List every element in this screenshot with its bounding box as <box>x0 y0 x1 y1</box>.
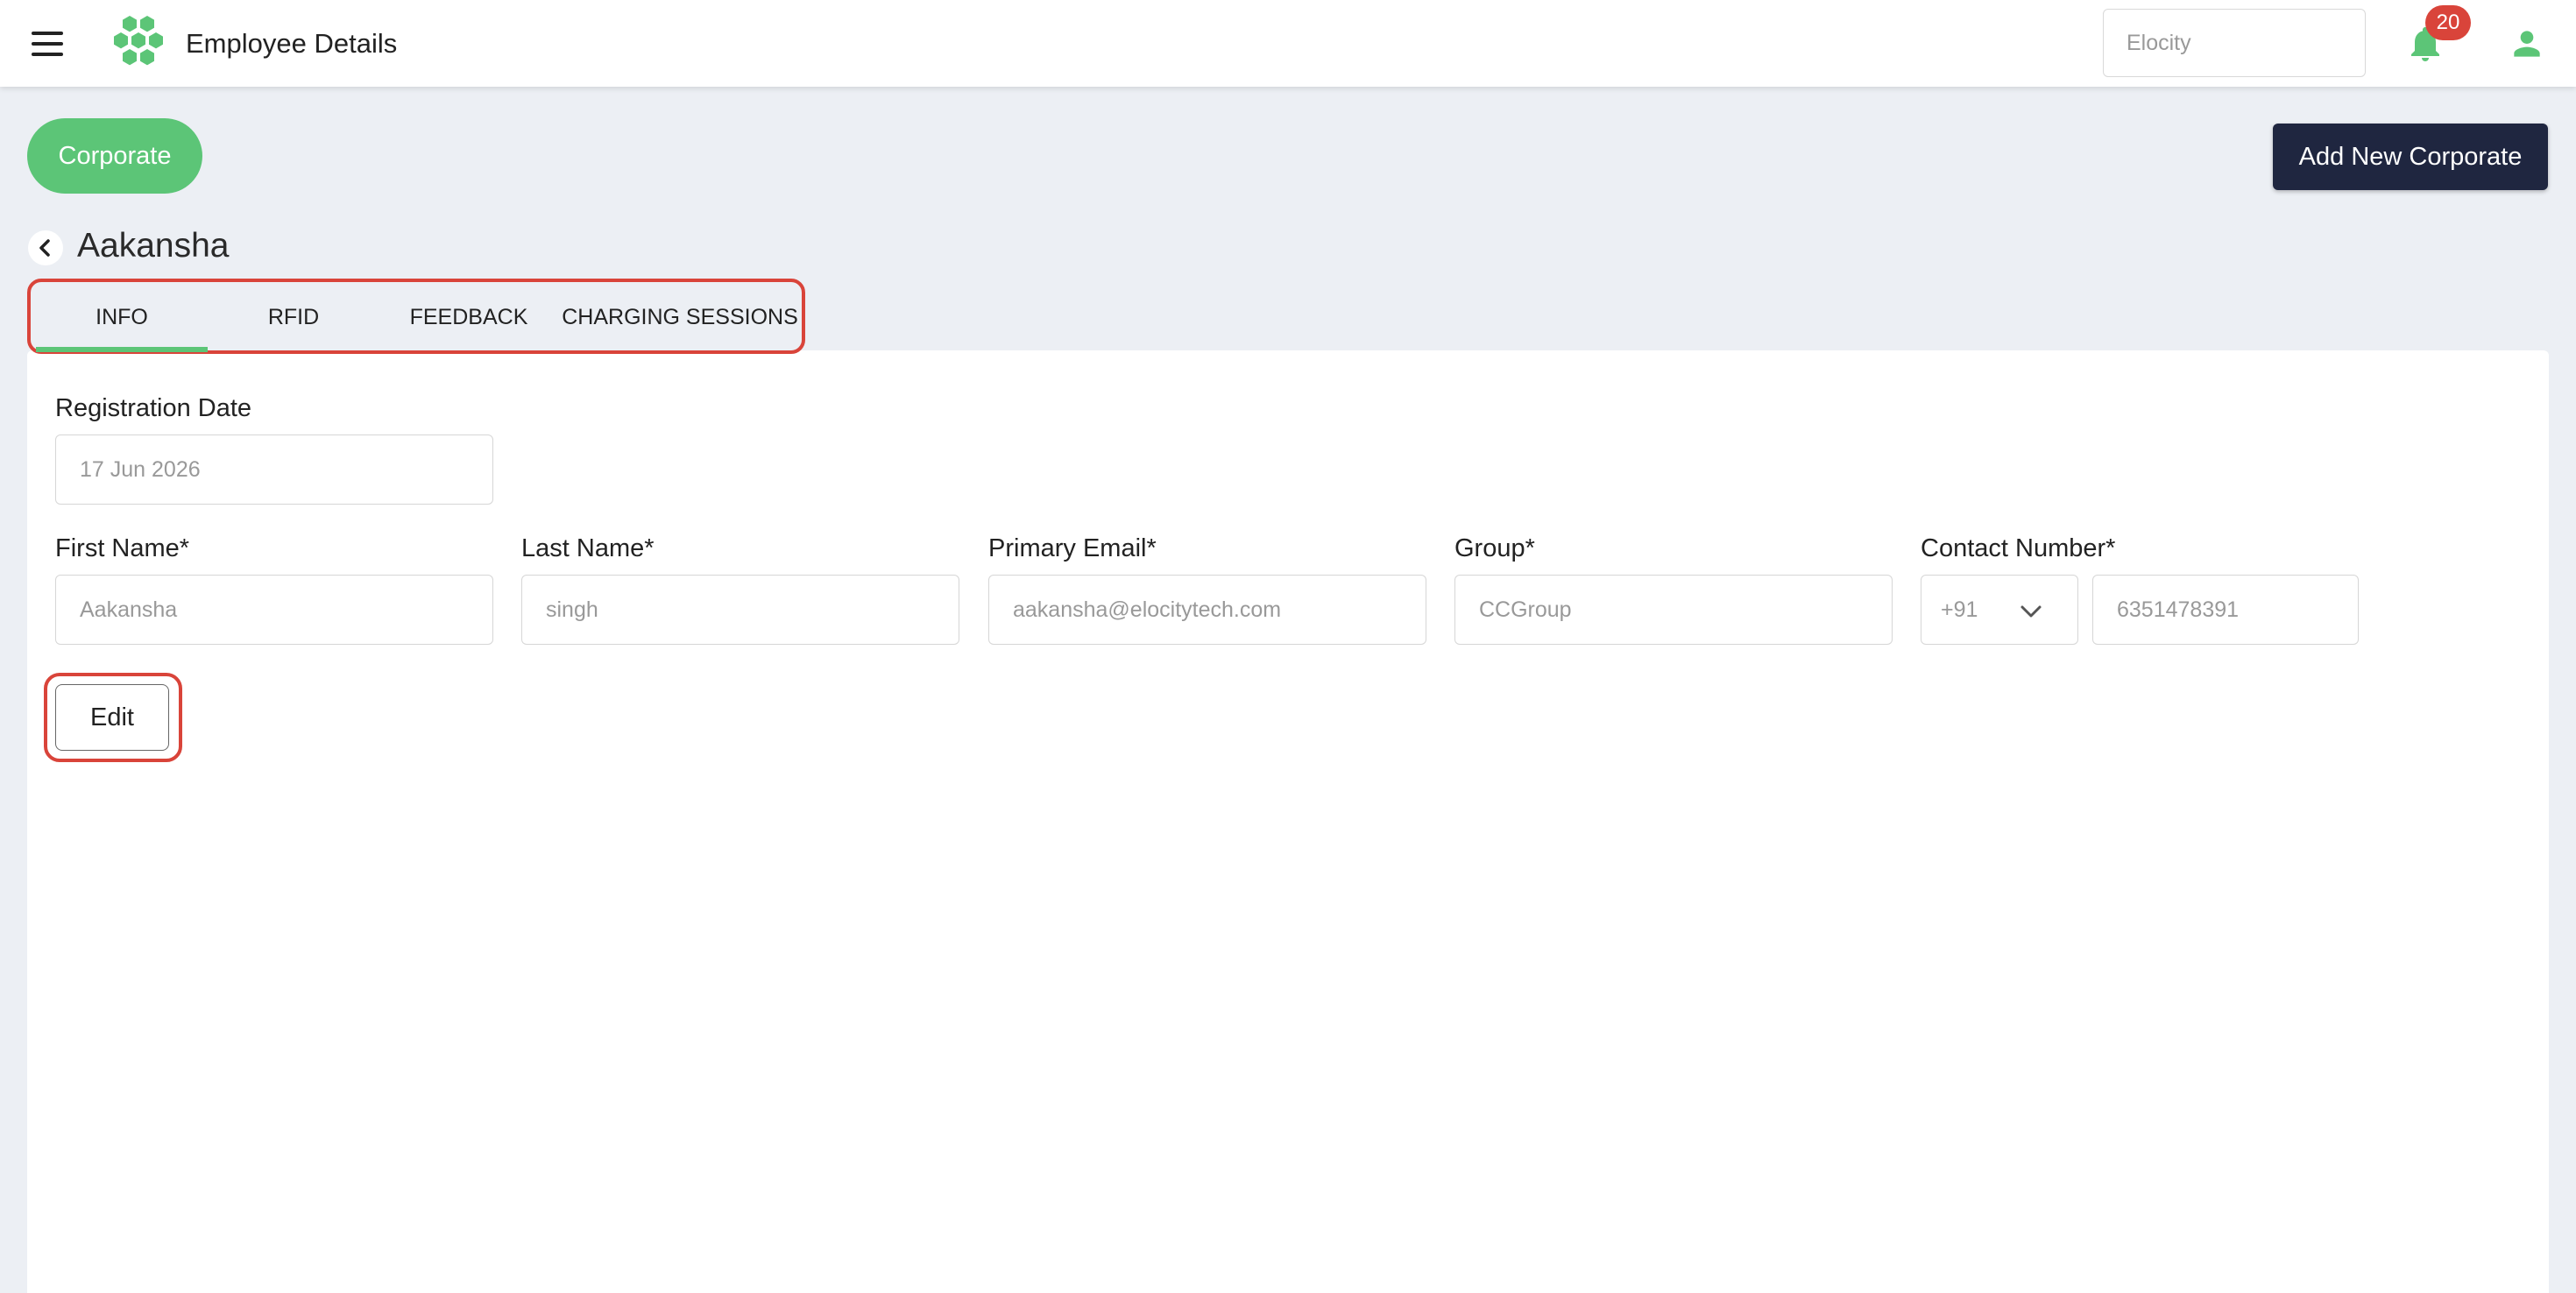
page-title: Employee Details <box>186 28 398 59</box>
edit-button[interactable]: Edit <box>55 684 169 751</box>
country-code-select[interactable]: +91 <box>1921 575 2078 645</box>
employee-name-heading: Aakansha <box>77 227 230 265</box>
user-icon[interactable] <box>2508 25 2546 63</box>
registration-date-field[interactable]: 17 Jun 2026 <box>55 435 493 505</box>
back-button[interactable] <box>28 230 63 265</box>
last-name-label: Last Name* <box>521 534 655 562</box>
hamburger-menu-icon[interactable] <box>26 26 72 61</box>
registration-date-label: Registration Date <box>55 394 252 422</box>
first-name-label: First Name* <box>55 534 190 562</box>
first-name-field[interactable]: Aakansha <box>55 575 493 645</box>
group-field[interactable]: CCGroup <box>1454 575 1893 645</box>
tab-bar: INFO RFID FEEDBACK CHARGING SESSIONS <box>27 279 805 354</box>
primary-email-label: Primary Email* <box>988 534 1157 562</box>
active-tab-indicator <box>36 347 208 352</box>
corporate-button[interactable]: Corporate <box>27 118 202 194</box>
primary-email-field[interactable]: aakansha@elocitytech.com <box>988 575 1426 645</box>
notification-count-badge: 20 <box>2425 5 2471 40</box>
organization-select[interactable]: Elocity <box>2103 9 2366 77</box>
tab-rfid[interactable]: RFID <box>208 282 379 352</box>
group-label: Group* <box>1454 534 1535 562</box>
add-new-corporate-button[interactable]: Add New Corporate <box>2273 124 2548 190</box>
hexagon-cluster-logo <box>114 16 163 66</box>
tab-feedback[interactable]: FEEDBACK <box>379 282 558 352</box>
last-name-field[interactable]: singh <box>521 575 959 645</box>
tab-info[interactable]: INFO <box>36 282 208 352</box>
contact-number-label: Contact Number* <box>1921 534 2116 562</box>
top-app-bar: Employee Details Elocity 20 <box>0 0 2576 87</box>
chevron-left-icon <box>39 239 50 257</box>
tab-charging-sessions[interactable]: CHARGING SESSIONS <box>558 282 802 352</box>
contact-number-field[interactable]: 6351478391 <box>2092 575 2359 645</box>
chevron-down-icon <box>2020 605 2042 618</box>
